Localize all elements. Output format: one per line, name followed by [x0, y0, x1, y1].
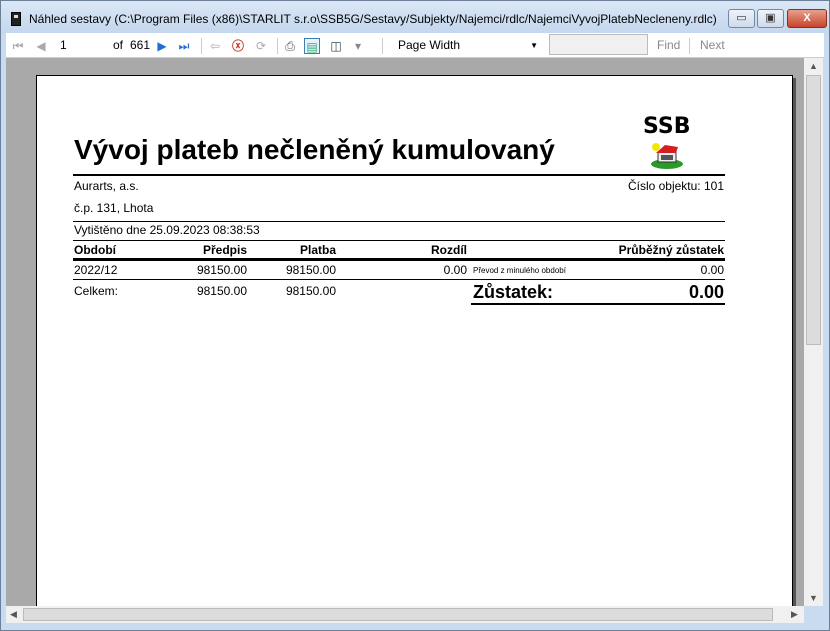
separator: [277, 38, 278, 54]
find-input[interactable]: [549, 34, 648, 55]
vertical-scroll-thumb[interactable]: [806, 75, 821, 345]
report-title: Vývoj plateb nečleněný kumulovaný: [74, 134, 555, 166]
balance-value: 0.00: [689, 282, 724, 303]
company-name: Aurarts, a.s.: [74, 179, 139, 193]
separator: [382, 38, 383, 54]
back-icon[interactable]: ⇦: [207, 38, 223, 54]
total-payment: 98150.00: [286, 284, 336, 298]
separator: [689, 38, 690, 54]
refresh-icon[interactable]: ⟳: [253, 38, 269, 54]
header-running-balance: Průběžný zůstatek: [619, 243, 724, 257]
scroll-down-icon[interactable]: ▼: [809, 593, 818, 603]
divider: [73, 221, 725, 222]
last-page-icon[interactable]: ⏭: [176, 38, 192, 54]
print-layout-icon[interactable]: ▤: [304, 38, 320, 54]
stop-icon[interactable]: ⓧ: [230, 38, 246, 54]
header-difference: Rozdíl: [431, 243, 467, 257]
total-label: Celkem:: [74, 284, 118, 298]
object-number: Číslo objektu: 101: [628, 179, 724, 193]
report-viewer: Vývoj plateb nečleněný kumulovaný SSB Au…: [6, 58, 804, 606]
separator: [201, 38, 202, 54]
current-page-input[interactable]: 1: [57, 36, 112, 55]
report-preview-window: Náhled sestavy (C:\Program Files (x86)\S…: [0, 0, 830, 631]
window-title: Náhled sestavy (C:\Program Files (x86)\S…: [29, 12, 717, 26]
minimize-button[interactable]: ▭: [728, 9, 755, 28]
next-page-icon[interactable]: ▶: [154, 38, 170, 54]
scroll-left-icon[interactable]: ◀: [10, 609, 17, 620]
first-page-icon[interactable]: ⏮: [10, 38, 26, 54]
house-logo-icon: [650, 142, 684, 170]
row-note: Převod z minulého období: [473, 266, 566, 275]
previous-page-icon[interactable]: ◀: [33, 38, 49, 54]
divider: [73, 240, 725, 241]
row-payment: 98150.00: [286, 263, 336, 277]
row-running-balance: 0.00: [701, 263, 724, 277]
zoom-value: Page Width: [398, 38, 460, 52]
horizontal-scrollbar[interactable]: ◀ ▶: [6, 606, 804, 623]
app-icon: [11, 12, 21, 26]
chevron-down-icon: ▼: [530, 36, 538, 55]
print-icon[interactable]: ⎙: [282, 38, 298, 54]
vertical-scrollbar[interactable]: ▲ ▼: [804, 58, 823, 606]
horizontal-scroll-thumb[interactable]: [23, 608, 773, 621]
title-bar: Náhled sestavy (C:\Program Files (x86)\S…: [1, 1, 829, 33]
total-pages: 661: [130, 37, 150, 54]
divider: [471, 303, 725, 305]
page-setup-icon[interactable]: ◫: [328, 38, 344, 54]
row-difference: 0.00: [444, 263, 467, 277]
divider: [73, 279, 725, 280]
balance-label: Zůstatek:: [473, 282, 553, 303]
toolbar: ⏮ ◀ 1 of 661 ▶ ⏭ ⇦ ⓧ ⟳ ⎙ ▤ ◫ ▾ Page Widt…: [6, 33, 824, 58]
close-button[interactable]: X: [787, 9, 827, 28]
header-payment: Platba: [300, 243, 336, 257]
scroll-right-icon[interactable]: ▶: [791, 609, 798, 620]
scroll-up-icon[interactable]: ▲: [809, 61, 818, 71]
printed-date: Vytištěno dne 25.09.2023 08:38:53: [74, 223, 260, 237]
header-period: Období: [74, 243, 116, 257]
header-prescription: Předpis: [203, 243, 247, 257]
row-prescription: 98150.00: [197, 263, 247, 277]
zoom-select[interactable]: Page Width ▼: [395, 36, 542, 55]
next-button[interactable]: Next: [700, 37, 725, 54]
maximize-button[interactable]: ▣: [757, 9, 784, 28]
export-icon[interactable]: ▾: [350, 38, 366, 54]
of-label: of: [113, 37, 123, 54]
row-period: 2022/12: [74, 263, 117, 277]
report-page: Vývoj plateb nečleněný kumulovaný SSB Au…: [36, 75, 793, 606]
total-prescription: 98150.00: [197, 284, 247, 298]
find-button[interactable]: Find: [657, 37, 680, 54]
ssb-logo-text: SSB: [643, 114, 690, 139]
divider: [73, 258, 725, 261]
address: č.p. 131, Lhota: [74, 201, 153, 215]
divider: [73, 174, 725, 176]
